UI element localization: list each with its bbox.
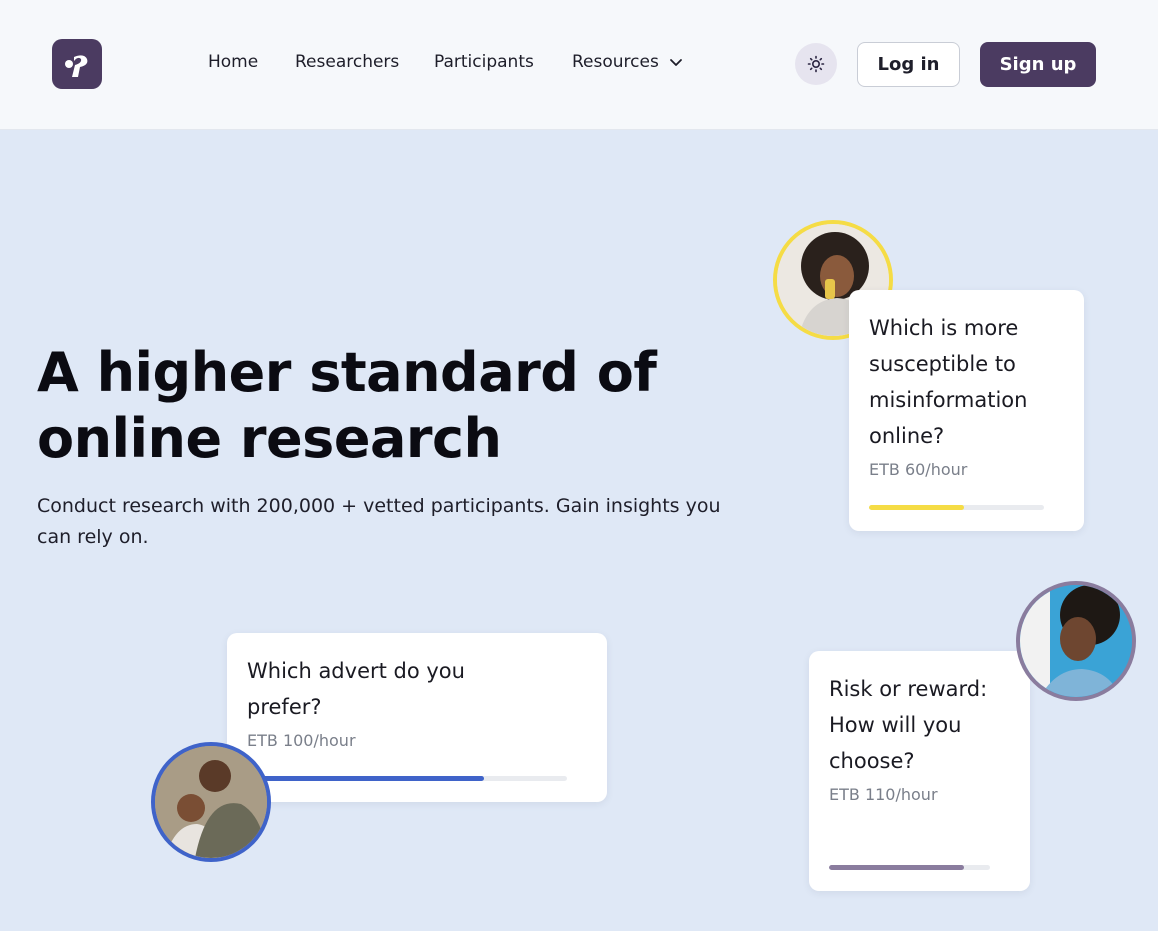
chevron-down-icon [669, 59, 682, 66]
nav-participants[interactable]: Participants [434, 52, 534, 72]
study-card-2-progress-fill [247, 776, 484, 781]
study-card-3[interactable]: Risk or reward: How will you choose? ETB… [809, 651, 1030, 891]
hero-title-line2: online research [37, 407, 502, 470]
participant-avatar-3 [1016, 581, 1136, 701]
hero-subtitle: Conduct research with 200,000 + vetted p… [37, 495, 721, 548]
site-header: Home Researchers Participants Resources … [0, 0, 1158, 130]
nav-researchers[interactable]: Researchers [295, 52, 399, 72]
nav-home[interactable]: Home [208, 52, 258, 72]
man-portrait-icon [1020, 585, 1132, 697]
father-child-portrait-icon [155, 746, 267, 858]
study-card-1-rate: ETB 60/hour [869, 460, 968, 479]
nav-resources[interactable]: Resources [572, 52, 683, 72]
study-card-2[interactable]: Which advert do you prefer? ETB 100/hour [227, 633, 607, 802]
study-card-1-progress [869, 505, 1044, 510]
nav-resources-label: Resources [572, 52, 659, 72]
nav-participants-label: Participants [434, 52, 534, 72]
study-card-3-rate: ETB 110/hour [829, 785, 938, 804]
theme-toggle-button[interactable] [795, 43, 837, 85]
sun-icon [807, 55, 825, 73]
logo-icon [65, 55, 88, 77]
study-card-2-progress [247, 776, 567, 781]
study-card-3-question: Risk or reward: How will you choose? [829, 677, 988, 773]
study-card-1[interactable]: Which is more susceptible to misinformat… [849, 290, 1084, 531]
signup-button[interactable]: Sign up [980, 42, 1096, 87]
nav-home-label: Home [208, 52, 259, 72]
study-card-2-question: Which advert do you prefer? [247, 659, 465, 719]
study-card-1-progress-fill [869, 505, 964, 510]
hero-title-line1: A higher standard of [37, 341, 657, 404]
hero-title: A higher standard of online research [37, 340, 757, 472]
study-card-1-question: Which is more susceptible to misinformat… [869, 316, 1028, 448]
participant-avatar-2 [151, 742, 271, 862]
logo[interactable] [52, 39, 102, 89]
study-card-2-rate: ETB 100/hour [247, 731, 356, 750]
study-card-3-progress [829, 865, 990, 870]
nav-researchers-label: Researchers [295, 52, 400, 72]
study-card-3-progress-fill [829, 865, 965, 870]
login-button[interactable]: Log in [857, 42, 960, 87]
